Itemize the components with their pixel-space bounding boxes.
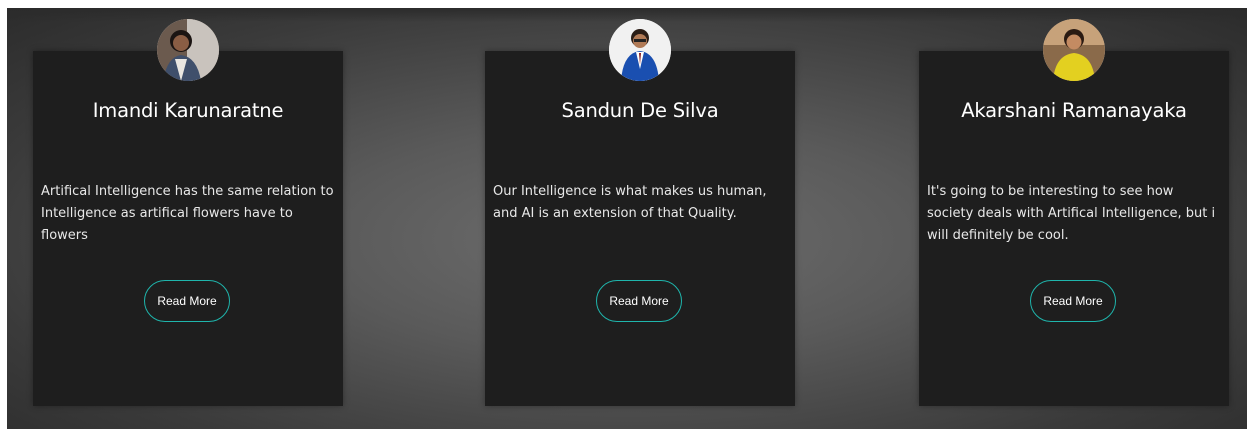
testimonial-card: Imandi Karunaratne Artifical Intelligenc… [33, 19, 343, 406]
read-more-button[interactable]: Read More [596, 280, 682, 322]
testimonial-name: Sandun De Silva [561, 99, 719, 122]
testimonial-card: Akarshani Ramanayaka It's going to be in… [919, 19, 1229, 406]
testimonial-name: Akarshani Ramanayaka [961, 99, 1187, 122]
avatar [609, 19, 671, 81]
avatar [157, 19, 219, 81]
read-more-button[interactable]: Read More [1030, 280, 1116, 322]
read-more-button[interactable]: Read More [144, 280, 230, 322]
testimonial-quote: Our Intelligence is what makes us human,… [493, 184, 767, 221]
person-photo-avatar-icon [1043, 19, 1105, 81]
avatar [1043, 19, 1105, 81]
person-photo-avatar-icon [157, 19, 219, 81]
testimonial-card: Sandun De Silva Our Intelligence is what… [485, 19, 795, 406]
testimonial-quote: Artifical Intelligence has the same rela… [41, 184, 334, 243]
person-photo-avatar-icon [609, 19, 671, 81]
testimonial-quote: It's going to be interesting to see how … [927, 184, 1216, 243]
testimonial-name: Imandi Karunaratne [92, 99, 284, 122]
